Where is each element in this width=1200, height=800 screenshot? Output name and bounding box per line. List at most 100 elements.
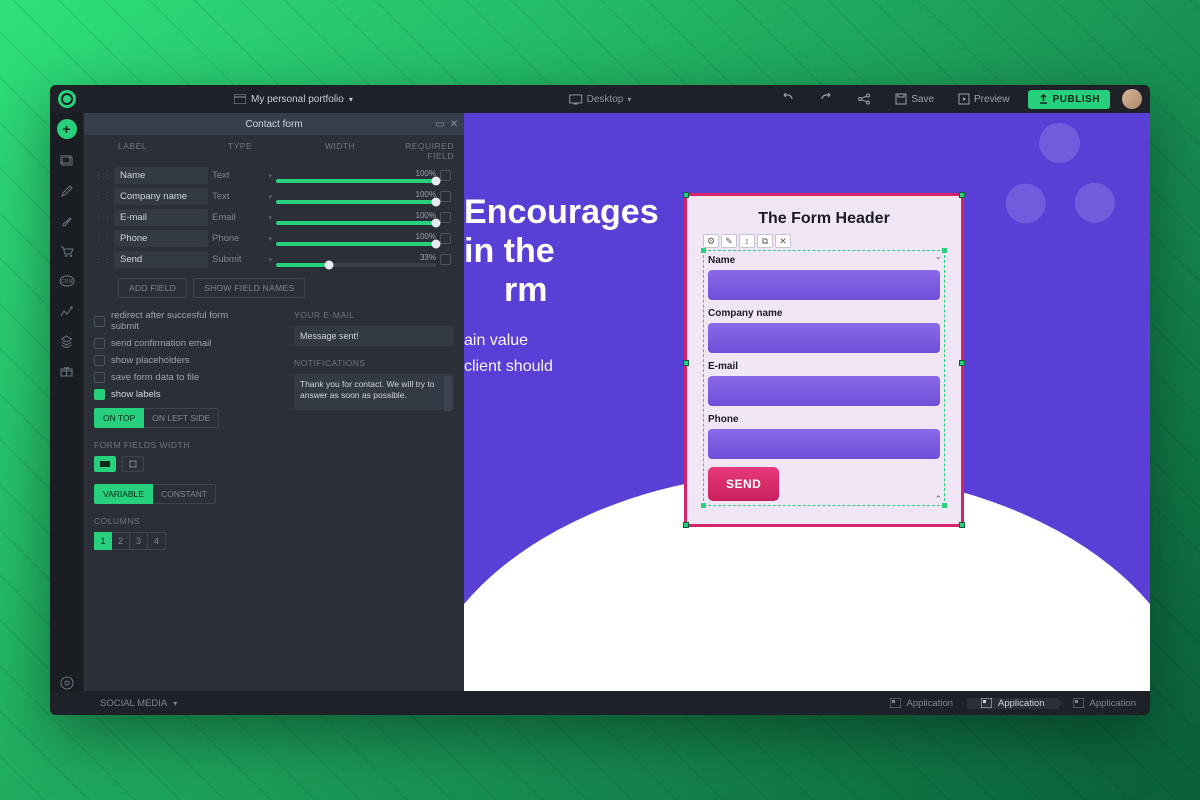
drag-handle-icon[interactable]: ⋮⋮ (94, 233, 110, 244)
resize-handle[interactable] (701, 248, 706, 253)
check-redirect[interactable]: redirect after succesful form submit (94, 310, 254, 332)
column-count-1[interactable]: 1 (94, 532, 112, 550)
field-label-input[interactable] (114, 209, 208, 226)
delete-icon[interactable]: ✕ (775, 234, 791, 248)
social-media-dropdown[interactable]: SOCIAL MEDIA ▾ (90, 698, 187, 709)
column-count-2[interactable]: 2 (112, 532, 130, 550)
add-field-button[interactable]: ADD FIELD (118, 278, 187, 298)
field-label-input[interactable] (114, 188, 208, 205)
resize-handle[interactable] (942, 503, 947, 508)
redo-button[interactable] (813, 90, 839, 108)
field-label-input[interactable] (114, 251, 208, 268)
company-input[interactable] (708, 323, 940, 353)
width-slider[interactable] (276, 263, 436, 267)
send-button[interactable]: SEND (708, 467, 779, 501)
label-pos-onleft[interactable]: ON LEFT SIDE (144, 408, 219, 428)
email-input[interactable] (708, 376, 940, 406)
add-element-button[interactable]: + (57, 119, 77, 139)
phone-input[interactable] (708, 429, 940, 459)
resize-handle[interactable] (683, 360, 689, 366)
width-constant[interactable]: CONSTANT (153, 484, 216, 504)
resize-handle[interactable] (683, 522, 689, 528)
breadcrumb-item[interactable]: Application (876, 698, 967, 709)
gear-icon[interactable]: ⚙ (703, 234, 719, 248)
field-type-select[interactable]: Phone (212, 233, 272, 244)
preview-button[interactable]: Preview (952, 90, 1016, 108)
width-mode-full[interactable] (94, 456, 116, 472)
field-type-select[interactable]: Text (212, 170, 272, 181)
required-checkbox[interactable] (440, 233, 451, 244)
resize-handle[interactable] (959, 360, 965, 366)
width-variable[interactable]: VARIABLE (94, 484, 153, 504)
drag-handle-icon[interactable]: ⋮⋮ (94, 254, 110, 265)
crm-icon[interactable]: CRM (59, 273, 75, 289)
resize-handle[interactable] (942, 248, 947, 253)
share-button[interactable] (851, 90, 877, 108)
resize-handle[interactable] (959, 522, 965, 528)
chevron-down-icon[interactable]: ⌄ (934, 251, 942, 262)
resize-handle[interactable] (959, 192, 965, 198)
viewport-selector[interactable]: Desktop ▾ (569, 94, 632, 105)
form-header[interactable]: The Form Header (703, 210, 945, 228)
form-fields-selection[interactable]: ⌄ ⌃ Name Company name E-mail Phone SEND (703, 250, 945, 506)
check-placeholders[interactable]: show placeholders (94, 355, 254, 366)
save-label: Save (911, 94, 934, 105)
minimize-icon[interactable]: ▭ (434, 118, 446, 130)
breadcrumb-item[interactable]: Application (1059, 698, 1150, 709)
close-icon[interactable]: ✕ (448, 118, 460, 130)
field-label-input[interactable] (114, 167, 208, 184)
breadcrumb-item[interactable]: Application (967, 698, 1058, 709)
column-count-4[interactable]: 4 (148, 532, 166, 550)
analytics-icon[interactable] (59, 303, 75, 319)
drag-handle-icon[interactable]: ⋮⋮ (94, 170, 110, 181)
layers-icon[interactable] (59, 333, 75, 349)
help-icon[interactable] (59, 675, 75, 691)
gift-icon[interactable] (59, 363, 75, 379)
pencil-icon[interactable]: ✎ (721, 234, 737, 248)
name-input[interactable] (708, 270, 940, 300)
field-type-select[interactable]: Submit (212, 254, 272, 265)
resize-handle[interactable] (701, 503, 706, 508)
field-label-input[interactable] (114, 230, 208, 247)
width-mode-fixed[interactable] (122, 456, 144, 472)
col-label: LABEL (118, 141, 228, 161)
project-selector[interactable]: My personal portfolio ▾ (234, 94, 353, 105)
show-field-names-button[interactable]: SHOW FIELD NAMES (193, 278, 305, 298)
field-type-select[interactable]: Text (212, 191, 272, 202)
brush-icon[interactable] (59, 213, 75, 229)
upload-icon (1038, 94, 1049, 105)
drag-handle-icon[interactable]: ⋮⋮ (94, 212, 110, 223)
check-showlabels[interactable]: show labels (94, 389, 254, 400)
pages-icon[interactable] (59, 153, 75, 169)
textarea-scrollbar[interactable] (444, 376, 452, 411)
field-type-select[interactable]: Email (212, 212, 272, 223)
required-checkbox[interactable] (440, 212, 451, 223)
design-canvas[interactable]: Encourages in the rm ain value client sh… (464, 113, 1150, 691)
user-avatar[interactable] (1122, 89, 1142, 109)
width-slider[interactable] (276, 221, 436, 225)
required-checkbox[interactable] (440, 254, 451, 265)
column-count-3[interactable]: 3 (130, 532, 148, 550)
drag-handle-icon[interactable]: ⋮⋮ (94, 191, 110, 202)
save-button[interactable]: Save (889, 90, 940, 108)
width-slider[interactable] (276, 242, 436, 246)
resize-handle[interactable] (683, 192, 689, 198)
width-slider[interactable] (276, 179, 436, 183)
your-email-input[interactable] (294, 326, 454, 346)
duplicate-icon[interactable]: ⧉ (757, 234, 773, 248)
app-logo[interactable] (58, 90, 76, 108)
publish-button[interactable]: PUBLISH (1028, 90, 1110, 109)
label-pos-ontop[interactable]: ON TOP (94, 408, 144, 428)
check-confirmation[interactable]: send confirmation email (94, 338, 254, 349)
required-checkbox[interactable] (440, 191, 451, 202)
cart-icon[interactable] (59, 243, 75, 259)
notifications-textarea[interactable]: Thank you for contact. We will try to an… (294, 374, 454, 410)
chevron-up-icon[interactable]: ⌃ (934, 494, 942, 505)
width-slider[interactable] (276, 200, 436, 204)
undo-button[interactable] (775, 90, 801, 108)
move-icon[interactable]: ↕ (739, 234, 755, 248)
required-checkbox[interactable] (440, 170, 451, 181)
edit-icon[interactable] (59, 183, 75, 199)
form-card[interactable]: The Form Header ⚙ ✎ ↕ ⧉ ✕ ⌄ ⌃ Name Comp (684, 193, 964, 527)
check-savefile[interactable]: save form data to file (94, 372, 254, 383)
